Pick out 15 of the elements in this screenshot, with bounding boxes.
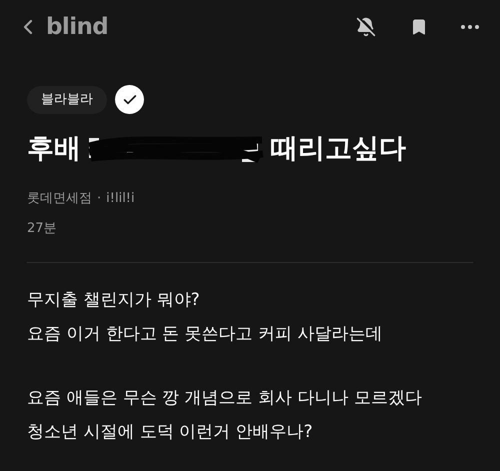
separator-dot: · xyxy=(97,190,102,208)
author-nickname: i!lil!i xyxy=(106,190,135,208)
blind-logo: blind xyxy=(46,12,108,42)
verified-check-icon xyxy=(115,85,144,114)
company-name[interactable]: 롯데면세점 xyxy=(27,189,92,208)
body-text-line: 무지출 챌린지가 뭐야? xyxy=(27,289,200,312)
topic-tag[interactable]: 블라블라 xyxy=(27,86,107,114)
post-title: 때리고싶다 xyxy=(271,132,406,166)
bookmark-icon[interactable] xyxy=(410,17,428,37)
post-time: 27분 xyxy=(27,220,57,238)
body-text-line: 요즘 이거 한다고 돈 못쓴다고 커피 사달라는데 xyxy=(27,323,382,346)
body-text-line: 청소년 시절에 도덕 이런거 안배우나? xyxy=(27,421,313,444)
body-text-line: 요즘 애들은 무슨 깡 개념으로 회사 다니나 모르겠다 xyxy=(27,387,422,410)
post-title: 후배 xyxy=(27,132,81,166)
bell-off-icon[interactable] xyxy=(356,17,376,37)
